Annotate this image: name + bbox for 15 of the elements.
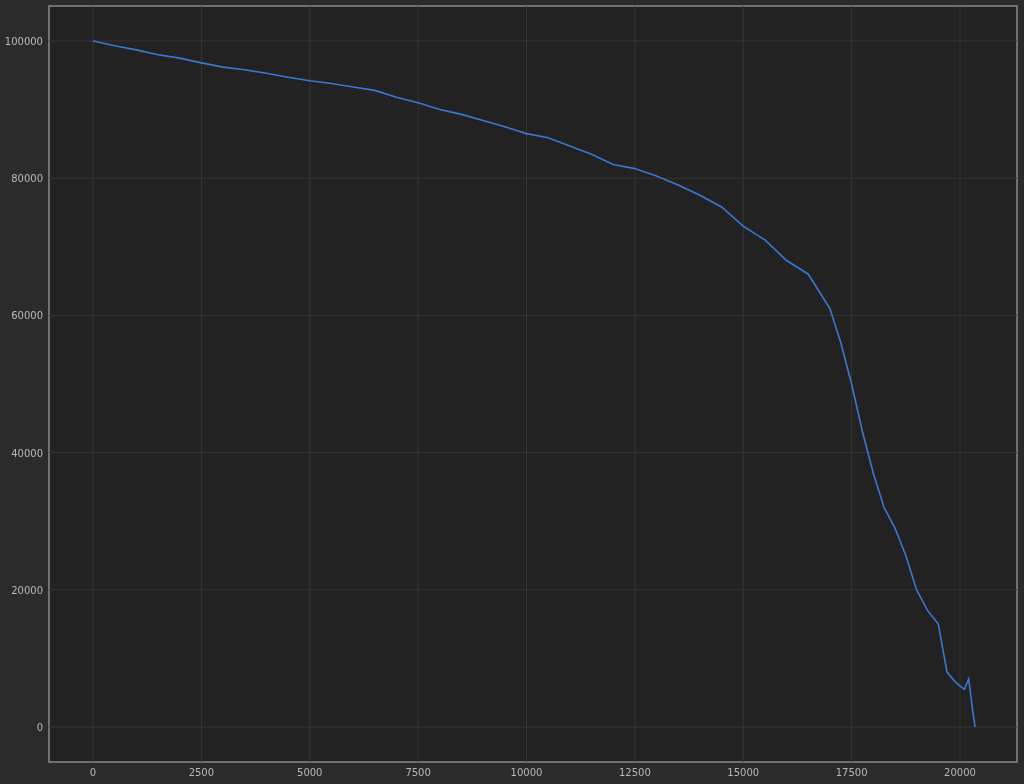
tick-label: 40000 [11,447,43,459]
tick-label: 17500 [835,767,868,778]
tick-label: 100000 [4,36,43,47]
tick-label: 10000 [510,767,543,778]
tick-label: 20000 [944,767,976,778]
tick-label: 12500 [618,767,651,778]
tick-label: 2500 [188,767,215,778]
tick-label: 80000 [11,173,43,185]
tick-label: 20000 [11,584,43,596]
tick-label: 60000 [11,310,43,322]
tick-label: 7500 [405,767,431,778]
tick-label: 0 [89,767,97,778]
tick-label: 15000 [727,767,760,778]
tick-label: 0 [36,722,43,733]
tick-label: 5000 [297,767,323,778]
